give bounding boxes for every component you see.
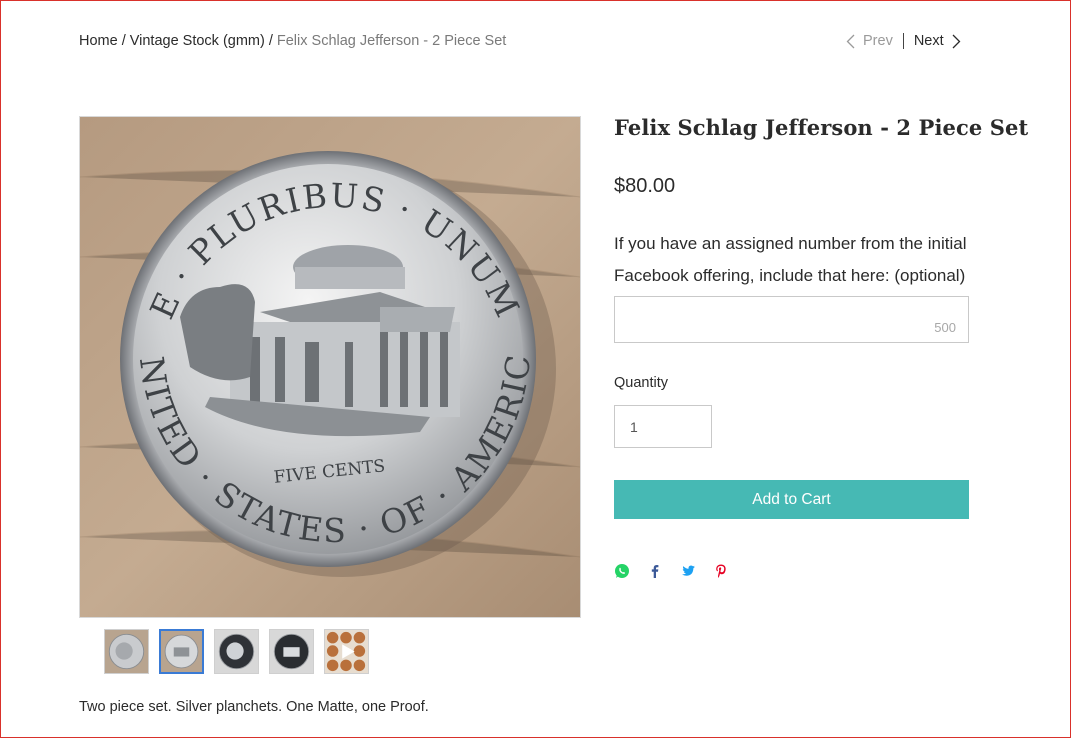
thumbnail-video-copper-coins[interactable] [324,629,369,674]
breadcrumb-separator: / [121,33,126,49]
twitter-icon[interactable] [680,563,696,579]
prev-label: Prev [863,33,893,49]
breadcrumb-category-link[interactable]: Vintage Stock (gmm) [130,33,265,49]
whatsapp-icon[interactable] [614,563,630,579]
breadcrumb-current: Felix Schlag Jefferson - 2 Piece Set [276,33,507,49]
thumbnail-matte-obverse[interactable] [104,629,149,674]
next-label: Next [913,33,944,49]
add-to-cart-button[interactable]: Add to Cart [614,480,969,519]
thumbnail-strip [104,629,369,674]
product-price: $80.00 [614,175,676,197]
thumbnail-proof-obverse[interactable] [214,629,259,674]
main-product-image[interactable]: E · PLURIBUS · UNUM UNITED · STATES · OF… [79,116,581,618]
thumbnail-proof-reverse[interactable] [269,629,314,674]
product-title: Felix Schlag Jefferson - 2 Piece Set [614,115,1029,140]
product-pager: Prev Next [846,33,961,49]
pinterest-icon[interactable] [713,563,729,579]
share-bar [614,563,729,579]
breadcrumb: Home / Vintage Stock (gmm) / Felix Schlag Je… [79,33,506,49]
chevron-left-icon [846,34,855,48]
facebook-icon[interactable] [647,563,663,579]
quantity-stepper[interactable]: 1 [614,405,712,448]
prev-button[interactable]: Prev [846,33,893,49]
custom-text-field[interactable]: 500 [614,296,969,343]
product-description: Two piece set. Silver planchets. One Mat… [79,699,429,715]
breadcrumb-home-link[interactable]: Home [79,33,118,49]
breadcrumb-separator: / [268,33,273,49]
coin-image: E · PLURIBUS · UNUM UNITED · STATES · OF… [80,117,580,617]
chevron-right-icon [952,34,961,48]
char-counter: 500 [934,320,956,335]
quantity-label: Quantity [614,375,668,391]
next-button[interactable]: Next [914,33,961,49]
thumbnail-matte-reverse[interactable] [159,629,204,674]
pager-divider [902,33,904,49]
custom-text-label: If you have an assigned number from the … [614,234,967,285]
